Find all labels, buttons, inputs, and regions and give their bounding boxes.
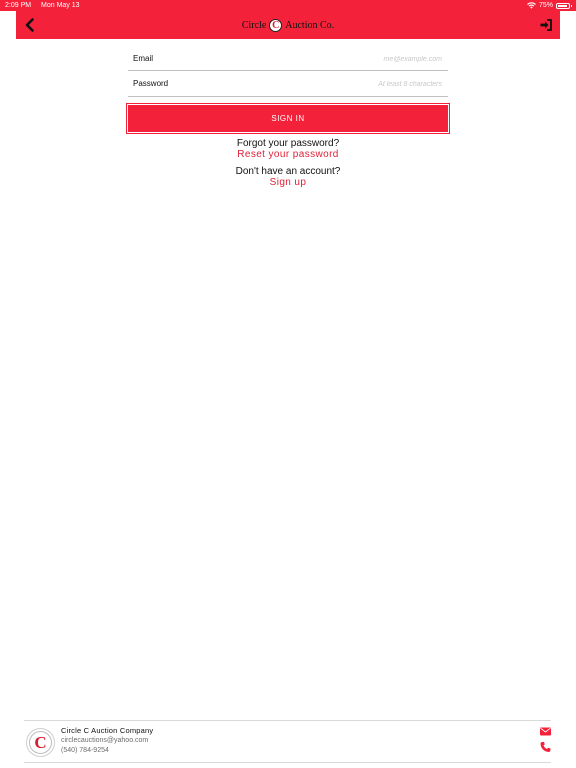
status-right: 75% (527, 0, 572, 11)
sign-up-link[interactable]: Sign up (0, 177, 576, 188)
sign-in-icon[interactable] (539, 17, 553, 33)
logo-text-right: Auction Co. (285, 19, 335, 31)
footer-email: circlecauctions@yahoo.com (61, 737, 149, 744)
status-time: 2:09 PM (5, 2, 32, 9)
footer-logo-letter: C (29, 731, 52, 754)
status-date: Mon May 13 (41, 2, 80, 9)
battery-percent: 75% (538, 2, 553, 9)
password-row: Password (128, 72, 448, 97)
footer-phone: (540) 784-9254 (61, 747, 109, 754)
logo-c-mark: C (269, 18, 283, 32)
password-input[interactable] (240, 76, 444, 92)
forgot-password-section: Forgot your password? Reset your passwor… (0, 138, 576, 160)
status-bar: 2:09 PM Mon May 13 75% (0, 0, 576, 11)
password-label: Password (133, 79, 169, 88)
app-logo-title: Circle C Auction Co. (16, 11, 560, 39)
battery-icon (556, 2, 572, 9)
footer-logo: C (26, 728, 55, 757)
status-left: 2:09 PM Mon May 13 (5, 0, 88, 11)
footer-contact-info: Circle C Auction Company circlecauctions… (61, 726, 153, 756)
email-row: Email (128, 47, 448, 71)
signup-section: Don't have an account? Sign up (0, 166, 576, 188)
reset-password-link[interactable]: Reset your password (0, 149, 576, 160)
logo-text-left: Circle (241, 19, 267, 31)
footer-divider-bottom (24, 762, 551, 763)
sign-in-button[interactable]: SIGN IN (126, 103, 450, 134)
footer-divider-top (24, 720, 551, 721)
envelope-icon[interactable] (540, 727, 551, 736)
email-input[interactable] (240, 51, 444, 67)
footer-company-name: Circle C Auction Company (61, 726, 154, 735)
no-account-text: Don't have an account? (235, 166, 341, 177)
forgot-password-text: Forgot your password? (236, 138, 340, 149)
phone-icon[interactable] (540, 741, 551, 753)
login-form: Email Password (128, 47, 448, 98)
wifi-icon (527, 2, 536, 9)
navbar: Circle C Auction Co. (16, 11, 560, 39)
email-label: Email (133, 54, 154, 63)
